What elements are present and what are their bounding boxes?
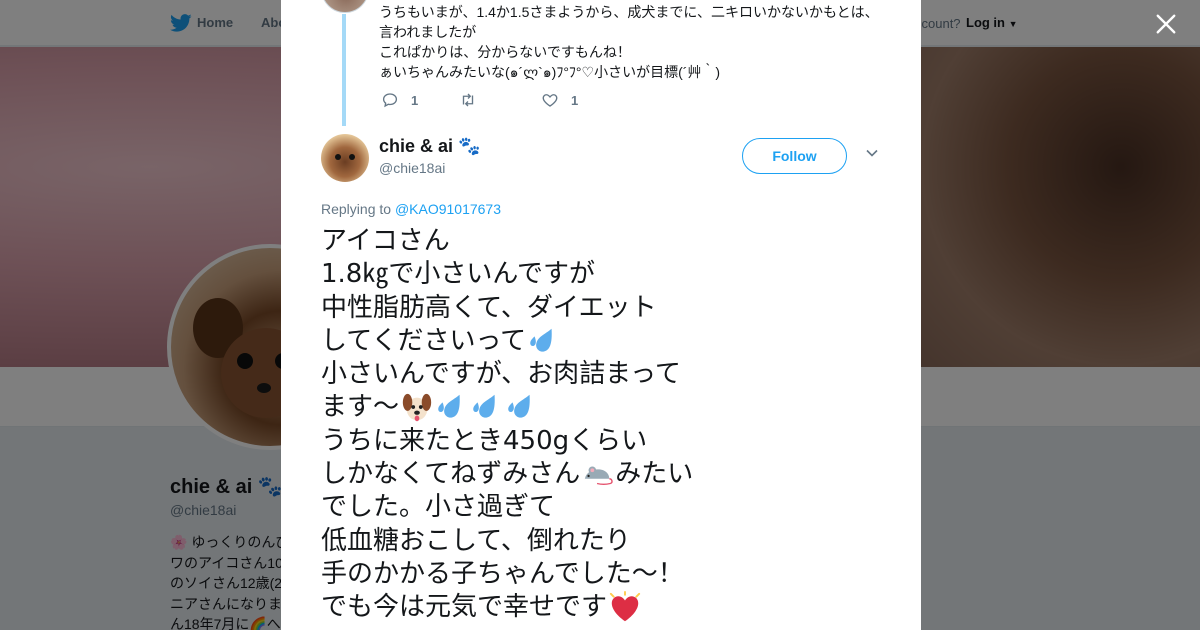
tweet-line: しかなくてねずみさん みたい <box>321 458 761 491</box>
tweet-line: してくださいって <box>321 325 761 358</box>
like-count: 1 <box>571 92 579 108</box>
tweet-text: アイコさん 1.8㎏で小さいんですが 中性脂肪高くて、ダイエット してくださいっ… <box>321 225 761 625</box>
tweet-line-text: 1.8㎏で小さいんですが <box>321 259 596 290</box>
like-button[interactable]: 1 <box>541 91 578 109</box>
sweat-drops-icon <box>508 394 530 418</box>
tweet-line-text: アイコさん <box>321 226 450 256</box>
author-handle[interactable]: @chie18ai <box>379 160 445 176</box>
heart-icon <box>542 94 558 107</box>
tweet-line-text: しかなくてねずみさん <box>321 459 581 490</box>
tweet-line: うちに来たとき450gくらい <box>321 425 761 458</box>
chevron-down-icon[interactable] <box>864 145 880 161</box>
sparkling-heart-icon <box>609 590 641 622</box>
tweet-line-text: してくださいって <box>321 325 527 356</box>
tweet-line: でも今は元気で幸せです <box>321 590 761 624</box>
author-name-text[interactable]: chie & ai <box>379 136 453 156</box>
previous-tweet-text: うちもいまが、1.4か1.5さまようから、成犬までに、二キロいかないかもとは、 … <box>379 2 889 82</box>
tweet-line-text: でした。小さ過ぎて <box>321 492 556 523</box>
tweet-line: 低血糖おこして、倒れたり <box>321 525 761 558</box>
reply-count: 1 <box>411 92 419 108</box>
paw-icon: 🐾 <box>458 136 481 156</box>
tweet-line: 小さいんですが、お肉詰まって <box>321 358 761 391</box>
retweet-icon <box>462 93 474 107</box>
tweet-line-text: 手のかかる子ちゃんでした〜！ <box>321 558 684 589</box>
author-avatar[interactable] <box>321 134 369 182</box>
previous-tweet-line: ぁいちゃんみたいな(๑´ლ`๑)ﾌ°ﾌ°♡小さいが目標(´艸｀) <box>379 64 721 80</box>
tweet-line-text: 低血糖おこして、倒れたり <box>321 525 631 556</box>
replying-to: Replying to @KAO91017673 <box>321 201 501 217</box>
author-name[interactable]: chie & ai 🐾 <box>379 136 480 157</box>
tweet-line: 1.8㎏で小さいんですが <box>321 258 761 291</box>
tweet-line-text: でも今は元気で幸せです <box>321 592 608 623</box>
replying-to-link[interactable]: @KAO91017673 <box>395 201 501 217</box>
previous-tweet[interactable]: うちもいまが、1.4か1.5さまようから、成犬までに、二キロいかないかもとは、 … <box>281 0 921 126</box>
replying-prefix: Replying to <box>321 201 392 217</box>
tweet-line-text: みたい <box>615 459 694 490</box>
sweat-drops-icon <box>473 394 495 418</box>
tweet-line: 中性脂肪高くて、ダイエット <box>321 292 761 325</box>
tweet-line: ます〜 <box>321 391 761 424</box>
tweet-line-text: うちに来たとき450gくらい <box>321 425 648 456</box>
thread-connector-line <box>342 14 346 126</box>
tweet-line: 手のかかる子ちゃんでした〜！ <box>321 558 761 591</box>
follow-button[interactable]: Follow <box>742 138 847 174</box>
previous-tweet-line: これぱかりは、分からないですもんね！ <box>379 44 631 60</box>
previous-tweet-line: うちもいまが、1.4か1.5さまようから、成犬までに、二キロいかないかもとは、 <box>379 4 879 20</box>
tweet-line-text: 中性脂肪高くて、ダイエット <box>321 292 657 323</box>
retweet-button[interactable] <box>459 91 489 109</box>
avatar-eye <box>335 154 341 160</box>
sweat-drops-icon <box>530 328 552 352</box>
tweet-line-text: ます〜 <box>321 392 400 423</box>
previous-tweet-line: 言われましたが <box>379 24 477 40</box>
tweet-line-text: 小さいんですが、お肉詰まって <box>321 359 681 390</box>
previous-tweet-avatar[interactable] <box>321 0 369 13</box>
avatar-eye <box>349 154 355 160</box>
tweet-line: でした。小さ過ぎて <box>321 491 761 524</box>
sweat-drops-icon <box>438 394 460 418</box>
tweet-header: chie & ai 🐾 @chie18ai Follow <box>321 133 881 183</box>
tweet-line: アイコさん <box>321 225 761 258</box>
dog-face-icon <box>402 393 432 422</box>
mouse-icon <box>585 466 613 485</box>
close-icon[interactable] <box>1154 12 1178 36</box>
tweet-modal: うちもいまが、1.4か1.5さまようから、成犬までに、二キロいかないかもとは、 … <box>281 0 921 630</box>
reply-icon <box>382 93 398 108</box>
reply-button[interactable]: 1 <box>381 91 418 109</box>
